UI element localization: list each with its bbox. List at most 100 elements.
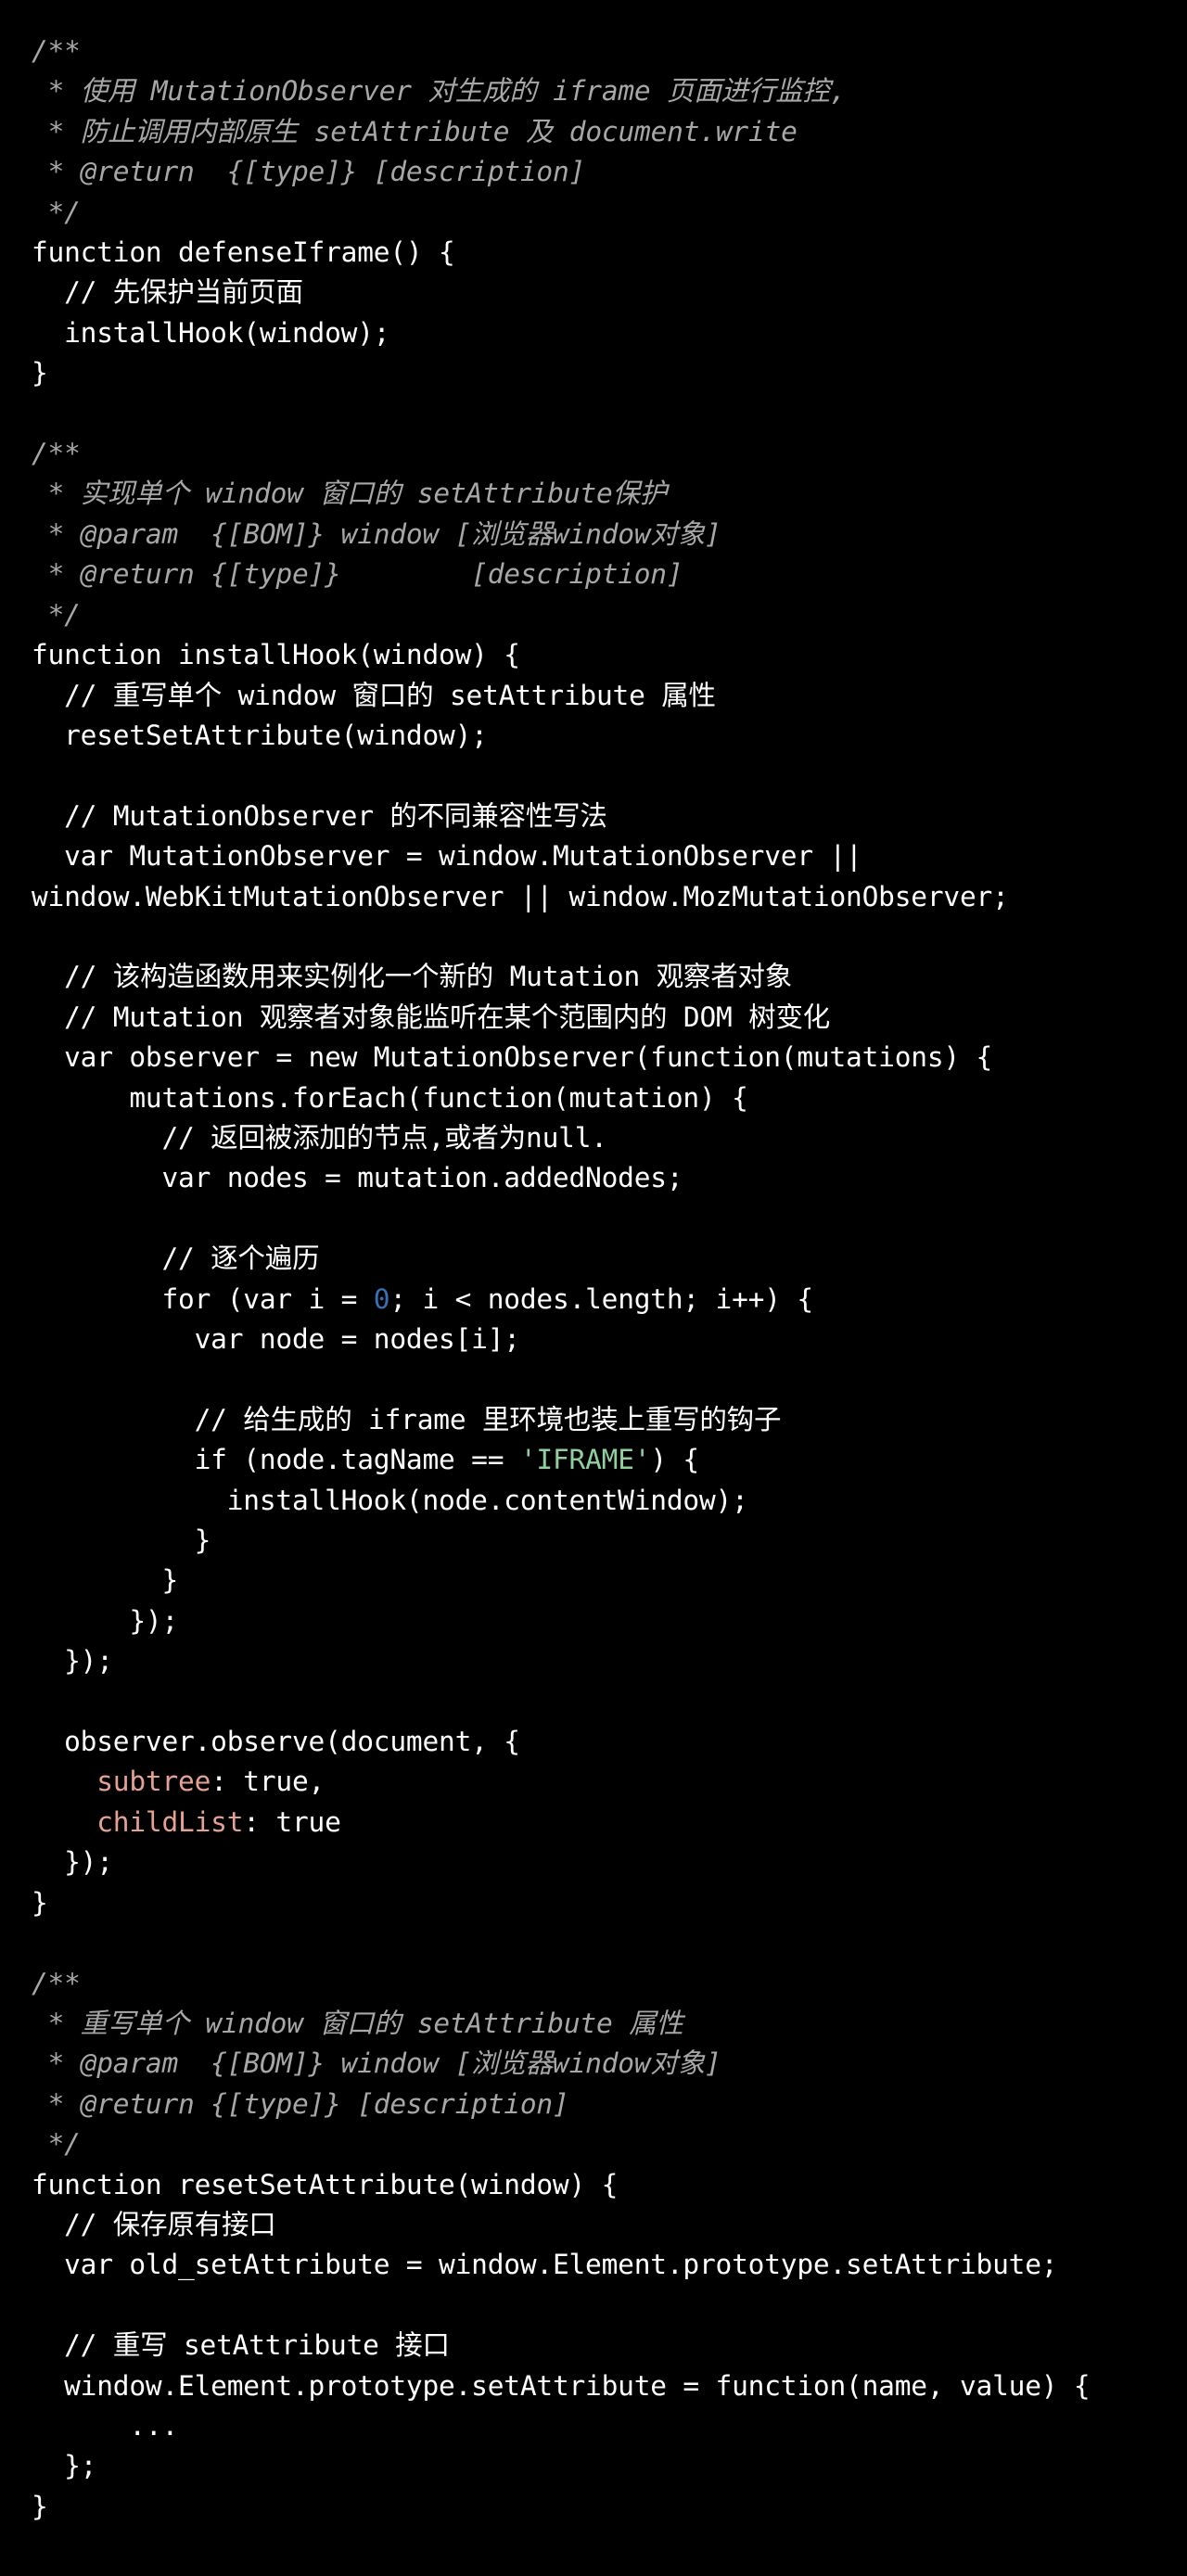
code-listing: /** * 使用 MutationObserver 对生成的 iframe 页面… <box>0 32 1187 2527</box>
code-line: function defenseIframe() { <box>32 233 1170 273</box>
code-line: var old_setAttribute = window.Element.pr… <box>32 2245 1170 2285</box>
code-token: for (var i = <box>32 1282 374 1315</box>
code-line: resetSetAttribute(window); <box>32 716 1170 756</box>
code-line: // 保存原有接口 <box>32 2205 1170 2245</box>
code-token: */ <box>32 598 81 631</box>
code-token: * @return {[type]} [description] <box>32 2087 569 2120</box>
code-token: function resetSetAttribute(window) { <box>32 2168 619 2200</box>
code-token: window.Element.prototype.setAttribute = … <box>32 2369 1091 2402</box>
code-token-highlight: subtree <box>96 1766 211 1798</box>
code-token: /** <box>32 35 81 67</box>
code-line: ... <box>32 2406 1170 2446</box>
code-token: /** <box>32 438 81 470</box>
code-line: // 重写单个 window 窗口的 setAttribute 属性 <box>32 676 1170 716</box>
code-line: // Mutation 观察者对象能监听在某个范围内的 DOM 树变化 <box>32 998 1170 1038</box>
code-line: } <box>32 1883 1170 1923</box>
code-token: * 实现单个 window 窗口的 setAttribute保护 <box>32 478 668 510</box>
code-token: ) { <box>650 1444 699 1476</box>
code-line: childList: true <box>32 1803 1170 1843</box>
code-line: }); <box>32 1843 1170 1882</box>
code-line: }); <box>32 1601 1170 1641</box>
code-token: */ <box>32 196 81 228</box>
code-token: // 该构造函数用来实例化一个新的 Mutation 观察者对象 <box>32 961 793 993</box>
code-line: installHook(window); <box>32 313 1170 353</box>
code-line: * 防止调用内部原生 setAttribute 及 document.write <box>32 112 1170 152</box>
code-token: }); <box>32 1846 113 1879</box>
code-token: // 保存原有接口 <box>32 2208 276 2240</box>
code-token-highlight: childList <box>96 1805 244 1838</box>
code-line: // MutationObserver 的不同兼容性写法 <box>32 797 1170 836</box>
code-line: * @return {[type]} [description] <box>32 152 1170 192</box>
code-line: * 重写单个 window 窗口的 setAttribute 属性 <box>32 2004 1170 2044</box>
code-token-highlight: 'IFRAME' <box>519 1444 651 1476</box>
code-line: */ <box>32 595 1170 635</box>
code-line: } <box>32 1521 1170 1561</box>
code-token: var node = nodes[i]; <box>32 1323 520 1355</box>
code-token: // 重写单个 window 窗口的 setAttribute 属性 <box>32 679 716 711</box>
code-screenshot-surface: /** * 使用 MutationObserver 对生成的 iframe 页面… <box>0 0 1187 2576</box>
code-token: } <box>32 1524 211 1557</box>
code-token: resetSetAttribute(window); <box>32 719 488 751</box>
code-line: /** <box>32 434 1170 474</box>
code-token: * @return {[type]} [description] <box>32 156 586 188</box>
code-line: function resetSetAttribute(window) { <box>32 2165 1170 2205</box>
code-token: } <box>32 357 48 389</box>
code-line: // 先保护当前页面 <box>32 273 1170 312</box>
code-line: subtree: true, <box>32 1762 1170 1802</box>
code-token: ; i < nodes.length; i++) { <box>389 1282 813 1315</box>
code-line: var nodes = mutation.addedNodes; <box>32 1158 1170 1198</box>
code-line: * @return {[type]} [description] <box>32 555 1170 594</box>
code-token: * @param {[BOM]} window [浏览器window对象] <box>32 517 721 550</box>
code-token: function installHook(window) { <box>32 639 520 671</box>
code-token: } <box>32 1886 48 1919</box>
code-line: installHook(node.contentWindow); <box>32 1481 1170 1521</box>
code-token: // MutationObserver 的不同兼容性写法 <box>32 799 607 832</box>
code-line: }); <box>32 1641 1170 1681</box>
code-token: var MutationObserver = window.MutationOb… <box>32 840 1009 912</box>
code-token: // 返回被添加的节点,或者为null. <box>32 1121 607 1154</box>
code-token: var observer = new MutationObserver(func… <box>32 1041 993 1074</box>
code-token: } <box>32 1564 179 1597</box>
code-line: mutations.forEach(function(mutation) { <box>32 1078 1170 1118</box>
code-line: var node = nodes[i]; <box>32 1320 1170 1359</box>
code-token: }); <box>32 1645 113 1677</box>
code-token: } <box>32 2490 48 2522</box>
code-token: // 逐个遍历 <box>32 1243 320 1275</box>
code-token: function defenseIframe() { <box>32 236 455 269</box>
code-line: var observer = new MutationObserver(func… <box>32 1038 1170 1078</box>
code-token: observer.observe(document, { <box>32 1726 520 1758</box>
code-token: * 防止调用内部原生 setAttribute 及 document.write <box>32 115 798 147</box>
code-token: * 重写单个 window 窗口的 setAttribute 属性 <box>32 2007 683 2039</box>
code-line: window.Element.prototype.setAttribute = … <box>32 2366 1170 2406</box>
code-line: // 返回被添加的节点,或者为null. <box>32 1118 1170 1158</box>
code-line: } <box>32 353 1170 393</box>
code-line: function installHook(window) { <box>32 635 1170 675</box>
code-token: if (node.tagName == <box>32 1444 520 1476</box>
code-token: * @return {[type]} [description] <box>32 558 683 591</box>
code-token: }); <box>32 1604 179 1637</box>
code-line: var MutationObserver = window.MutationOb… <box>32 836 1170 917</box>
code-line: /** <box>32 32 1170 71</box>
code-token: // Mutation 观察者对象能监听在某个范围内的 DOM 树变化 <box>32 1001 831 1033</box>
code-token: installHook(window); <box>32 316 390 349</box>
code-token: : true <box>243 1805 341 1838</box>
code-line: * 实现单个 window 窗口的 setAttribute保护 <box>32 474 1170 514</box>
code-token: /** <box>32 1967 81 1999</box>
code-line: // 给生成的 iframe 里环境也装上重写的钩子 <box>32 1400 1170 1440</box>
code-line: * @param {[BOM]} window [浏览器window对象] <box>32 515 1170 555</box>
code-line: } <box>32 1561 1170 1600</box>
code-line: if (node.tagName == 'IFRAME') { <box>32 1440 1170 1480</box>
code-line: */ <box>32 2124 1170 2164</box>
code-line: * @param {[BOM]} window [浏览器window对象] <box>32 2044 1170 2084</box>
code-token: ... <box>32 2409 179 2442</box>
code-token: // 给生成的 iframe 里环境也装上重写的钩子 <box>32 1403 782 1435</box>
code-token: var old_setAttribute = window.Element.pr… <box>32 2249 1058 2281</box>
